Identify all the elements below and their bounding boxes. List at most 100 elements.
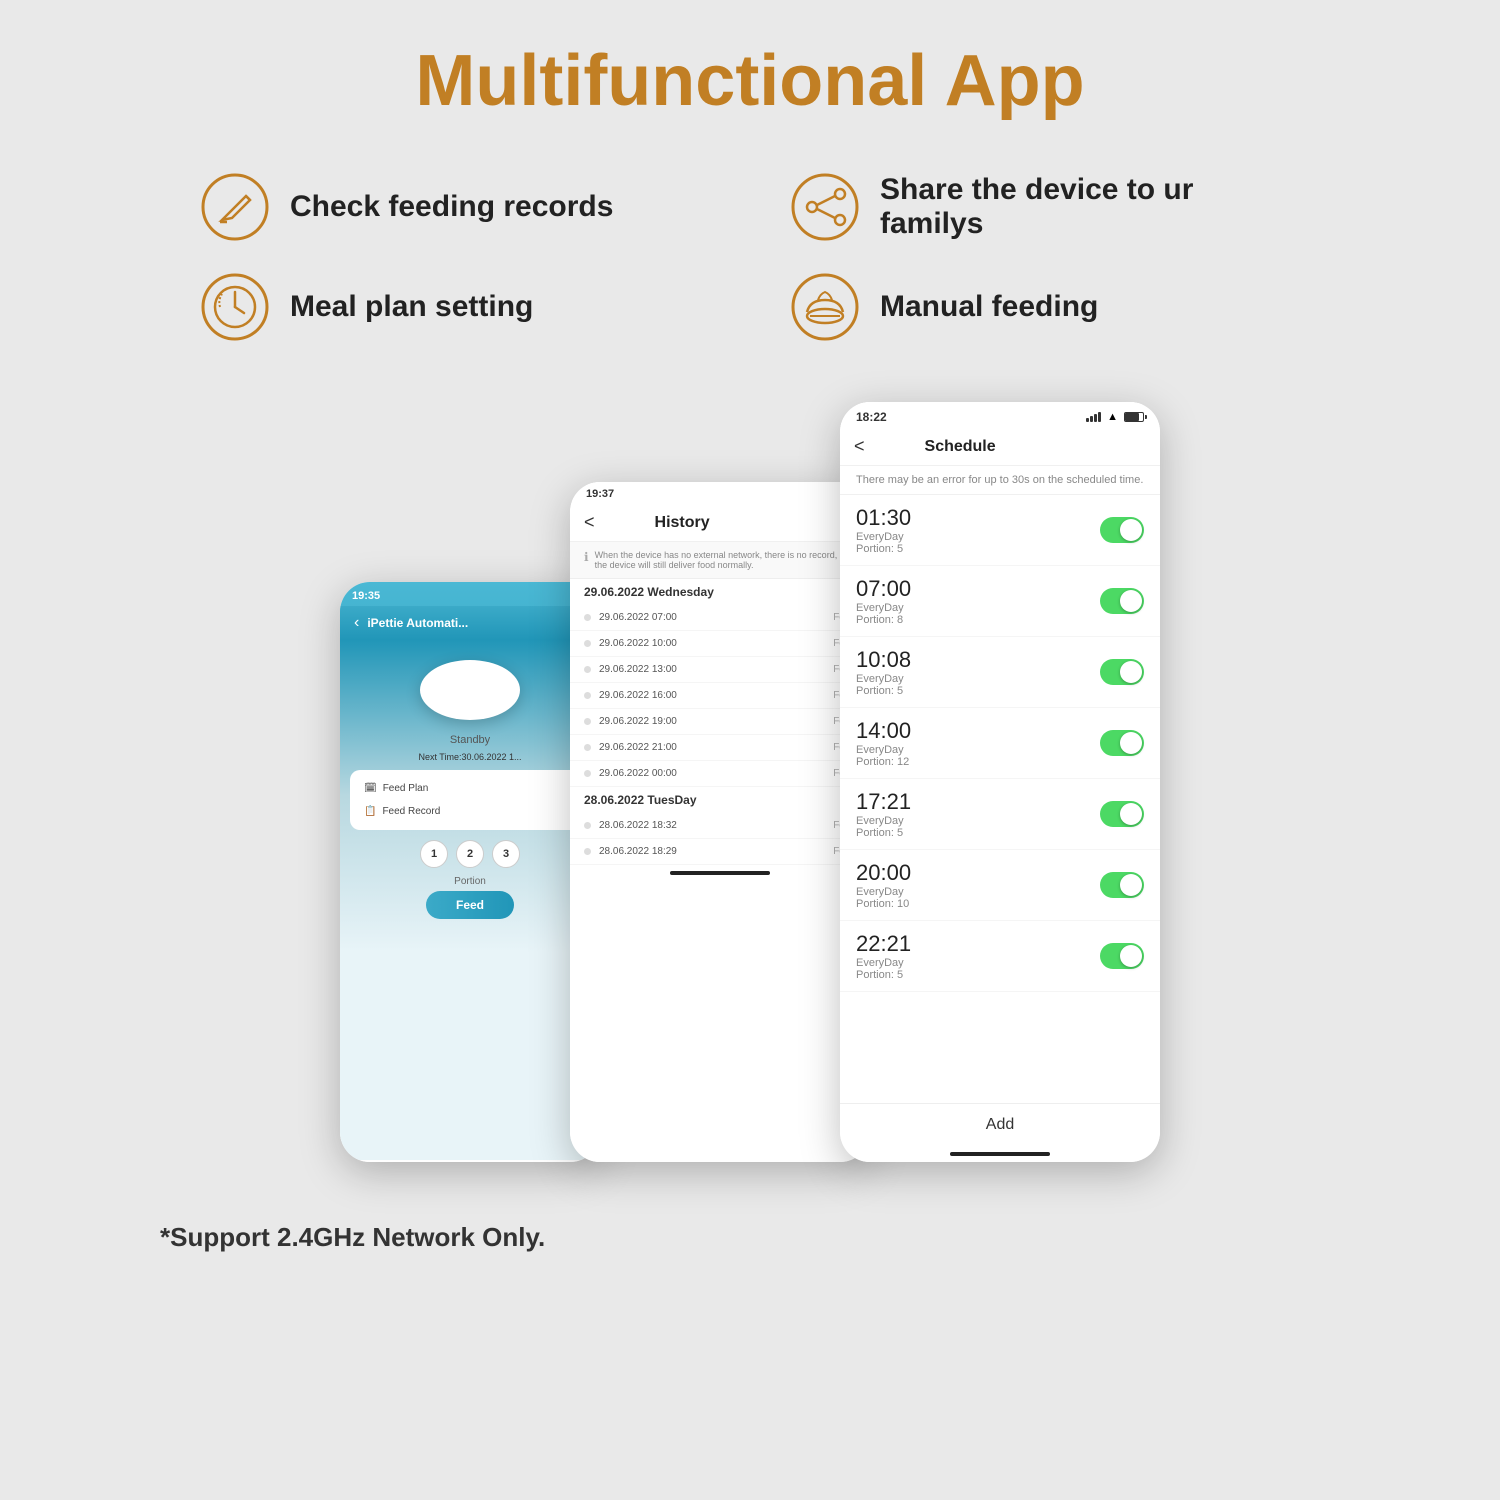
history-dot — [584, 614, 591, 621]
schedule-item-2: 10:08 EveryDay Portion: 5 — [840, 637, 1160, 708]
schedule-time: 20:00 — [856, 860, 1100, 886]
feed-plan-icon: 🗓 — [364, 783, 377, 794]
history-row: 29.06.2022 19:00 Feed — [570, 709, 870, 735]
history-row: 29.06.2022 16:00 Feed — [570, 683, 870, 709]
toggle-switch-3[interactable] — [1100, 730, 1144, 756]
history-dot — [584, 692, 591, 699]
feed-record-menu[interactable]: 📋 Feed Record — [356, 801, 584, 822]
portion-selector: 1 2 3 — [420, 840, 520, 868]
phone-1: 19:35 ‹ iPettie Automati... — [340, 582, 600, 1162]
schedule-item-4: 17:21 EveryDay Portion: 5 — [840, 779, 1160, 850]
phone3-back[interactable]: < — [854, 436, 865, 457]
phone3-time: 18:22 — [856, 410, 887, 424]
toggle-switch-1[interactable] — [1100, 588, 1144, 614]
schedule-time-block: 01:30 EveryDay Portion: 5 — [856, 505, 1100, 555]
portion-btn-2[interactable]: 2 — [456, 840, 484, 868]
schedule-meta: EveryDay Portion: 5 — [856, 531, 1100, 555]
feature-check-feeding-label: Check feeding records — [290, 190, 613, 224]
feature-check-feeding: Check feeding records — [200, 172, 710, 242]
history-dot — [584, 848, 591, 855]
schedule-time-block: 17:21 EveryDay Portion: 5 — [856, 789, 1100, 839]
schedule-meta: EveryDay Portion: 8 — [856, 602, 1100, 626]
phone2-info-text: When the device has no external network,… — [595, 550, 856, 570]
toggle-switch-4[interactable] — [1100, 801, 1144, 827]
feed-plan-menu[interactable]: 🗓 Feed Plan — [356, 778, 584, 799]
bowl-icon — [790, 272, 860, 342]
phone2-back[interactable]: < — [584, 512, 595, 533]
date-group-2: 28.06.2022 TuesDay — [570, 787, 870, 813]
schedule-item-3: 14:00 EveryDay Portion: 12 — [840, 708, 1160, 779]
date-group-1: 29.06.2022 Wednesday — [570, 579, 870, 605]
phone3-nav: < Schedule — [840, 428, 1160, 466]
home-indicator — [950, 1152, 1050, 1156]
feed-record-icon: 📋 — [364, 806, 376, 817]
feature-share-device-label: Share the device to ur familys — [880, 173, 1300, 241]
schedule-time: 14:00 — [856, 718, 1100, 744]
phone2-info: ℹ When the device has no external networ… — [570, 542, 870, 579]
phone1-content: Standby Next Time:30.06.2022 1... 🗓 Feed… — [340, 640, 600, 1160]
history-dot — [584, 640, 591, 647]
schedule-time: 10:08 — [856, 647, 1100, 673]
schedule-item-1: 07:00 EveryDay Portion: 8 — [840, 566, 1160, 637]
info-circle-icon: ℹ — [584, 550, 589, 564]
wifi-icon: ▲ — [1107, 411, 1118, 423]
feeder-image — [420, 660, 520, 720]
schedule-time: 17:21 — [856, 789, 1100, 815]
schedule-meta: EveryDay Portion: 5 — [856, 673, 1100, 697]
home-indicator — [670, 871, 770, 875]
standby-label: Standby — [450, 734, 490, 746]
next-time-label: Next Time:30.06.2022 1... — [418, 752, 521, 762]
feature-manual-feeding: Manual feeding — [790, 272, 1300, 342]
history-dot — [584, 666, 591, 673]
schedule-meta: EveryDay Portion: 12 — [856, 744, 1100, 768]
portion-label: Portion — [454, 876, 486, 887]
page-title: Multifunctional App — [415, 40, 1084, 122]
history-row: 29.06.2022 21:00 Feed — [570, 735, 870, 761]
history-row: 29.06.2022 00:00 Feed — [570, 761, 870, 787]
add-button[interactable]: Add — [840, 1103, 1160, 1146]
history-row: 29.06.2022 10:00 Feed — [570, 631, 870, 657]
battery-icon — [1124, 412, 1144, 422]
phone1-time: 19:35 — [352, 590, 380, 602]
clock-icon — [200, 272, 270, 342]
feature-manual-feeding-label: Manual feeding — [880, 290, 1098, 324]
phone3-title: Schedule — [925, 438, 996, 456]
toggle-switch-2[interactable] — [1100, 659, 1144, 685]
phone2-title: History — [655, 514, 710, 532]
phone1-back[interactable]: ‹ — [354, 614, 359, 632]
phone2-time: 19:37 — [586, 488, 614, 500]
history-dot — [584, 770, 591, 777]
schedule-time: 07:00 — [856, 576, 1100, 602]
history-row: 29.06.2022 13:00 Feed — [570, 657, 870, 683]
phone-3: 18:22 ▲ — [840, 402, 1160, 1162]
history-row: 28.06.2022 18:29 Feed — [570, 839, 870, 865]
schedule-info: There may be an error for up to 30s on t… — [840, 466, 1160, 495]
schedule-time: 22:21 — [856, 931, 1100, 957]
edit-icon — [200, 172, 270, 242]
toggle-switch-6[interactable] — [1100, 943, 1144, 969]
feature-share-device: Share the device to ur familys — [790, 172, 1300, 242]
schedule-item-6: 22:21 EveryDay Portion: 5 — [840, 921, 1160, 992]
schedule-time: 01:30 — [856, 505, 1100, 531]
toggle-switch-5[interactable] — [1100, 872, 1144, 898]
schedule-item-5: 20:00 EveryDay Portion: 10 — [840, 850, 1160, 921]
portion-btn-1[interactable]: 1 — [420, 840, 448, 868]
schedule-meta: EveryDay Portion: 10 — [856, 886, 1100, 910]
phone1-header: ‹ iPettie Automati... — [340, 606, 600, 640]
schedule-time-block: 10:08 EveryDay Portion: 5 — [856, 647, 1100, 697]
schedule-time-block: 07:00 EveryDay Portion: 8 — [856, 576, 1100, 626]
portion-btn-3[interactable]: 3 — [492, 840, 520, 868]
schedule-time-block: 20:00 EveryDay Portion: 10 — [856, 860, 1100, 910]
phone1-title: iPettie Automati... — [367, 616, 468, 630]
history-dot — [584, 744, 591, 751]
history-dot — [584, 718, 591, 725]
history-date: 29.06.2022 07:00 — [599, 612, 825, 623]
schedule-meta: EveryDay Portion: 5 — [856, 815, 1100, 839]
schedule-time-block: 14:00 EveryDay Portion: 12 — [856, 718, 1100, 768]
phone2-nav: < History — [570, 504, 870, 542]
schedule-item-0: 01:30 EveryDay Portion: 5 — [840, 495, 1160, 566]
features-grid: Check feeding records Share the device t… — [200, 172, 1300, 342]
schedule-meta: EveryDay Portion: 5 — [856, 957, 1100, 981]
feed-button[interactable]: Feed — [426, 891, 514, 919]
toggle-switch-0[interactable] — [1100, 517, 1144, 543]
